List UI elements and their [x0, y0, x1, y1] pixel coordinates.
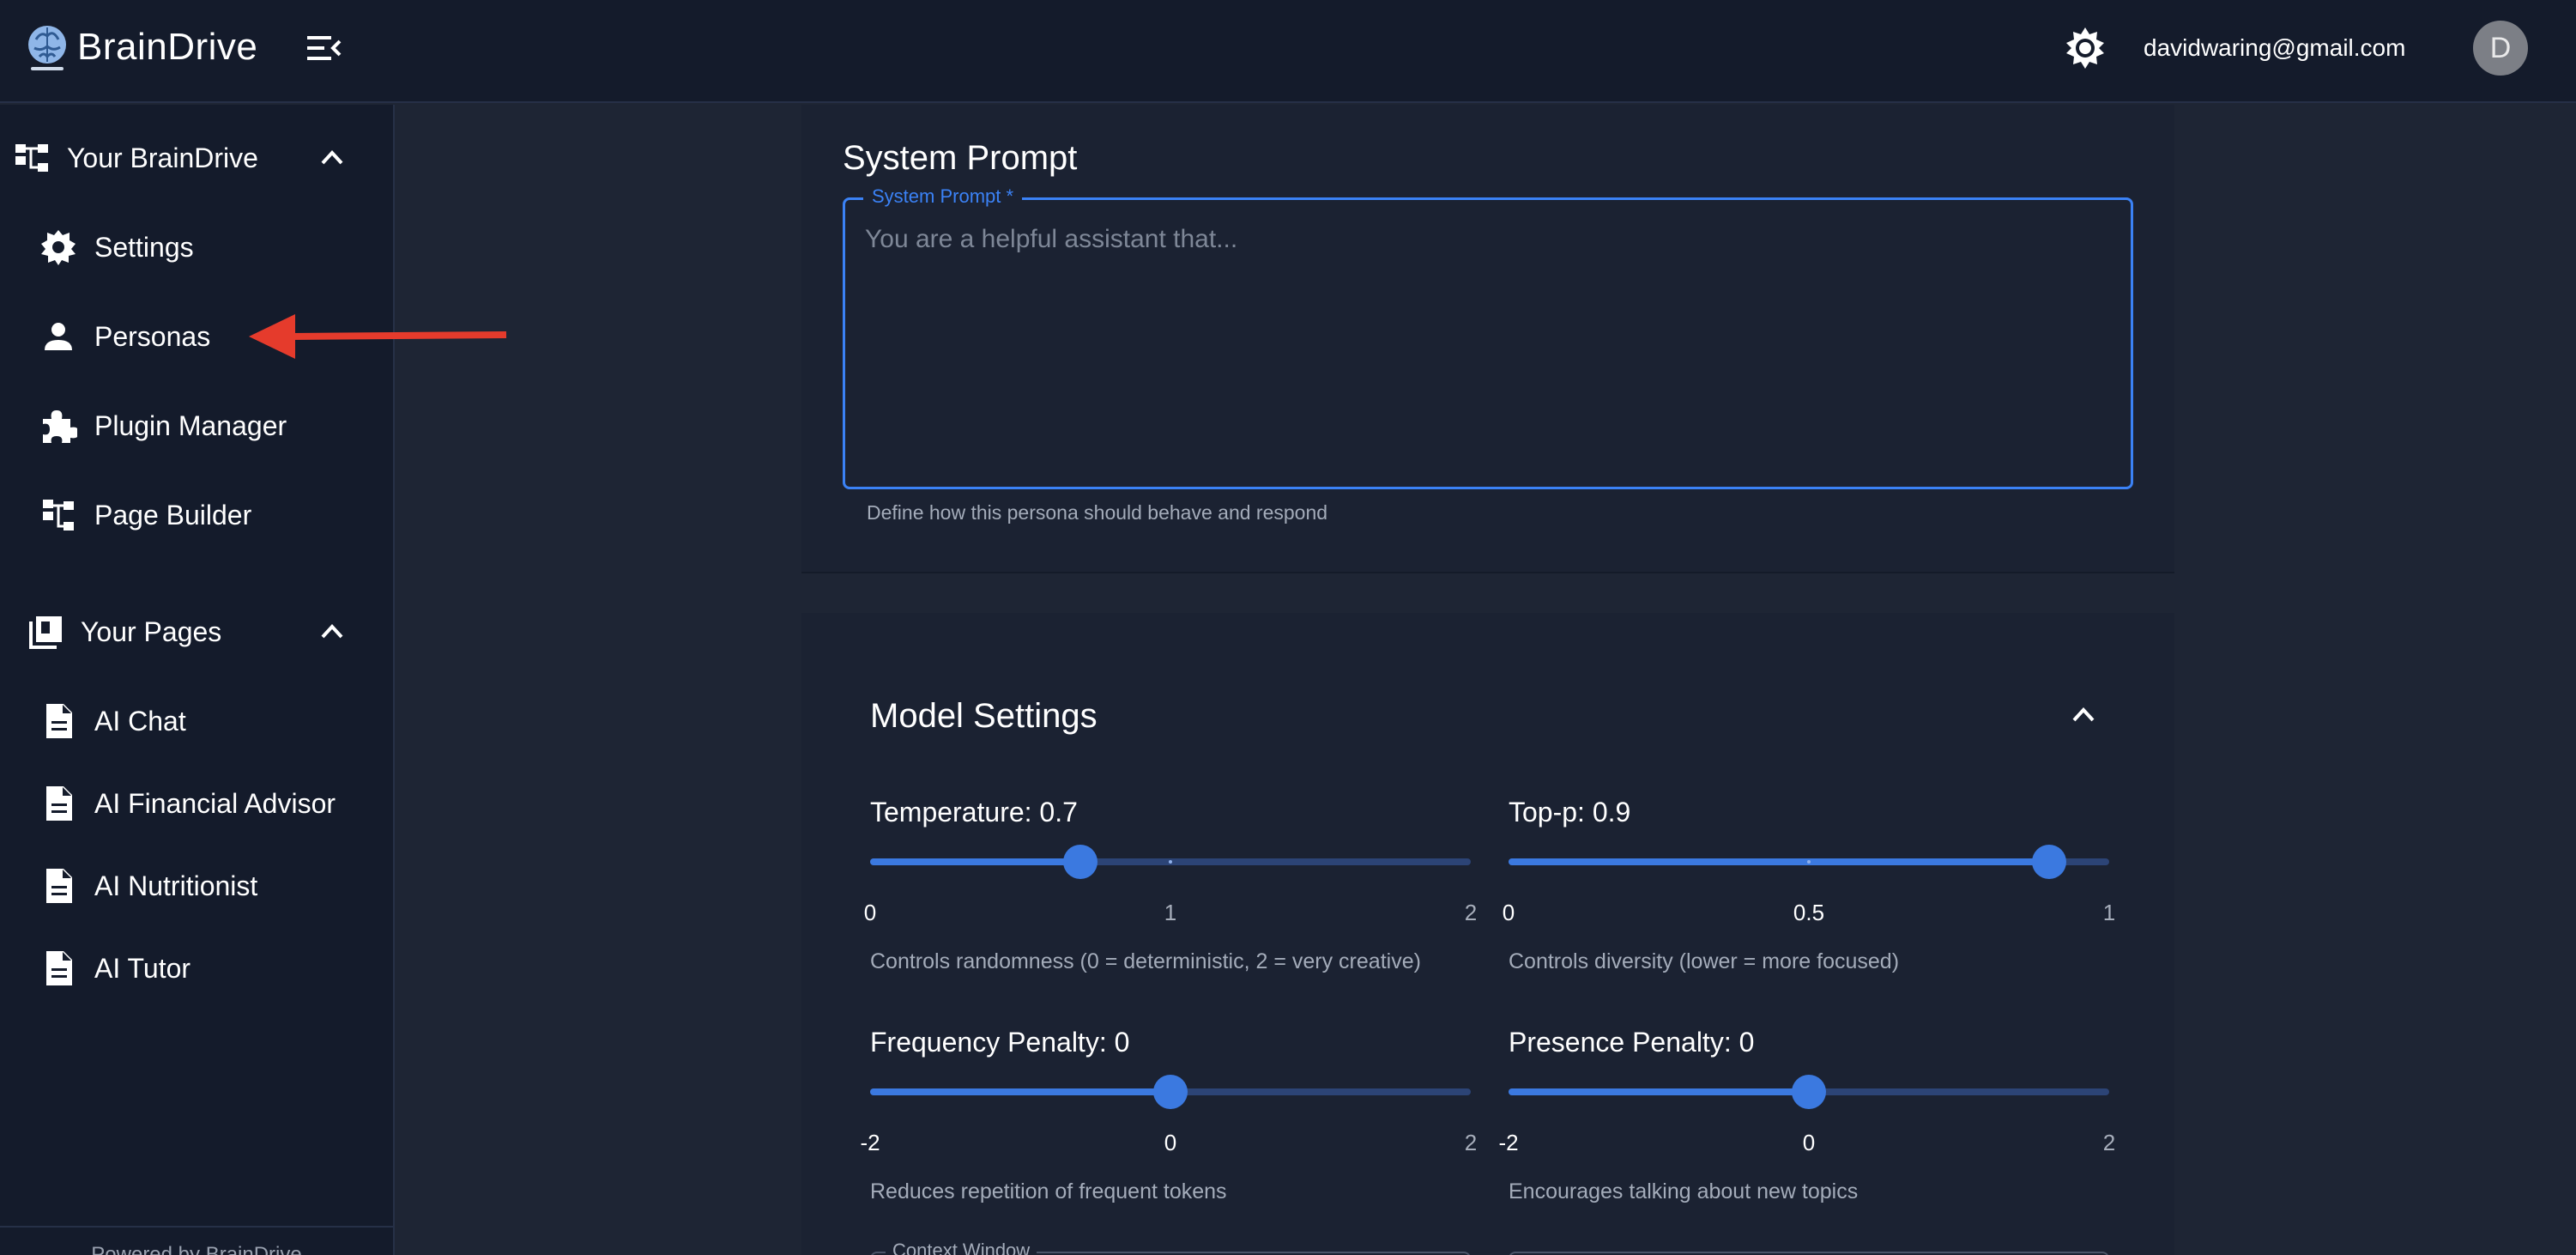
sidebar-item-label: AI Chat: [94, 706, 186, 737]
system-prompt-textarea[interactable]: [865, 225, 2101, 465]
chevron-up-icon[interactable]: [317, 618, 347, 644]
frequency-penalty-slider: Frequency Penalty: 0 -2 0 2 Reduces repe…: [860, 1027, 1477, 1233]
sidebar-item-label: AI Financial Advisor: [94, 788, 336, 819]
slider-thumb[interactable]: [1153, 1075, 1188, 1109]
sidebar-footer-divider: [0, 1226, 393, 1228]
slider-mark-dot: [1169, 860, 1172, 864]
slider-thumb[interactable]: [1063, 845, 1098, 879]
slider-label: Temperature: 0.7: [870, 797, 1078, 828]
slider-label: Top-p: 0.9: [1509, 797, 1631, 828]
slider-track: [1509, 1088, 1809, 1095]
theme-toggle-icon[interactable]: [2063, 26, 2107, 70]
sitemap-icon: [43, 500, 74, 530]
slider-track: [870, 1088, 1170, 1095]
puzzle-icon: [43, 410, 77, 443]
slider-mark-label: 2: [1464, 1130, 1478, 1155]
sidebar-section-label: Your Pages: [81, 616, 222, 647]
slider-mark-label: 1: [1164, 900, 1177, 925]
slider-mark-label: 1: [2102, 900, 2116, 925]
top-app-bar: BrainDrive davidwaring@gmail.com D: [0, 0, 2576, 103]
model-settings-title: Model Settings: [870, 697, 1098, 735]
slider-mark-label: 0: [863, 900, 877, 925]
slider-helper-text: Encourages talking about new topics: [1509, 1179, 1859, 1203]
sidebar-item-ai-nutritionist[interactable]: AI Nutritionist: [0, 852, 393, 920]
sidebar-item-label: Page Builder: [94, 500, 252, 530]
system-prompt-card: System Prompt System Prompt * Define how…: [801, 105, 2174, 573]
avatar[interactable]: D: [2473, 21, 2528, 76]
user-email[interactable]: davidwaring@gmail.com: [2144, 34, 2405, 62]
sidebar-section-your-pages[interactable]: Your Pages: [0, 597, 393, 666]
model-settings-card: Model Settings Temperature: 0.7 0 1 2 Co…: [801, 613, 2174, 1255]
pages-stack-icon: [29, 616, 62, 649]
slider-track: [1509, 858, 2049, 865]
section-title: System Prompt: [843, 139, 1078, 177]
chevron-up-icon[interactable]: [317, 144, 347, 170]
sidebar: Your BrainDrive Settings Personas Plugin…: [0, 105, 395, 1255]
context-window-label: Context Window: [886, 1240, 1037, 1255]
document-icon: [46, 869, 72, 903]
system-prompt-field-label: System Prompt *: [863, 185, 1023, 208]
annotation-arrow-icon: [249, 314, 507, 359]
slider-mark-label: 0: [1164, 1130, 1177, 1155]
sidebar-item-page-builder[interactable]: Page Builder: [0, 481, 393, 549]
sidebar-item-label: AI Tutor: [94, 953, 191, 984]
slider-mark-label: 2: [1464, 900, 1478, 925]
slider-track: [870, 858, 1080, 865]
sitemap-icon: [15, 144, 48, 172]
document-icon: [46, 951, 72, 985]
slider-mark-label: -2: [860, 1130, 880, 1155]
document-icon: [46, 704, 72, 738]
slider-thumb[interactable]: [1792, 1075, 1826, 1109]
sidebar-item-settings[interactable]: Settings: [0, 213, 393, 282]
slider-helper-text: Controls randomness (0 = deterministic, …: [870, 949, 1421, 973]
slider-mark-label: 2: [2102, 1130, 2116, 1155]
context-window-secondary-field[interactable]: [1509, 1252, 2109, 1255]
slider-label: Frequency Penalty: 0: [870, 1027, 1130, 1058]
system-prompt-helper-text: Define how this persona should behave an…: [867, 501, 1328, 524]
app-name: BrainDrive: [77, 26, 258, 68]
sidebar-item-plugin-manager[interactable]: Plugin Manager: [0, 391, 393, 460]
chevron-up-icon[interactable]: [2070, 702, 2097, 726]
brain-logo-icon[interactable]: [24, 21, 70, 76]
person-icon: [45, 323, 72, 350]
sidebar-footer: Powered by BrainDrive: [91, 1243, 302, 1255]
sidebar-section-label: Your BrainDrive: [67, 142, 258, 173]
slider-helper-text: Reduces repetition of frequent tokens: [870, 1179, 1227, 1203]
slider-label: Presence Penalty: 0: [1509, 1027, 1755, 1058]
slider-helper-text: Controls diversity (lower = more focused…: [1509, 949, 1900, 973]
slider-mark-dot: [1807, 860, 1811, 864]
sidebar-item-label: Plugin Manager: [94, 410, 287, 441]
sidebar-item-label: Settings: [94, 232, 194, 263]
gear-icon: [41, 230, 76, 265]
sidebar-section-your-braindrive[interactable]: Your BrainDrive: [0, 124, 393, 192]
slider-mark-label: 0.5: [1793, 900, 1825, 925]
slider-mark-label: 0: [1502, 900, 1515, 925]
sidebar-item-ai-financial-advisor[interactable]: AI Financial Advisor: [0, 769, 393, 838]
slider-mark-label: -2: [1498, 1130, 1519, 1155]
sidebar-item-label: Personas: [94, 321, 211, 352]
top-p-slider: Top-p: 0.9 0 0.5 1 Controls diversity (l…: [1503, 797, 2115, 1003]
sidebar-item-ai-chat[interactable]: AI Chat: [0, 687, 393, 755]
sidebar-item-ai-tutor[interactable]: AI Tutor: [0, 934, 393, 1003]
slider-mark-label: 0: [1802, 1130, 1816, 1155]
slider-thumb[interactable]: [2032, 845, 2066, 879]
sidebar-item-label: AI Nutritionist: [94, 870, 258, 901]
presence-penalty-slider: Presence Penalty: 0 -2 0 2 Encourages ta…: [1498, 1027, 2115, 1233]
collapse-menu-icon[interactable]: [305, 33, 343, 64]
document-icon: [46, 786, 72, 821]
temperature-slider: Temperature: 0.7 0 1 2 Controls randomne…: [864, 797, 1477, 1003]
